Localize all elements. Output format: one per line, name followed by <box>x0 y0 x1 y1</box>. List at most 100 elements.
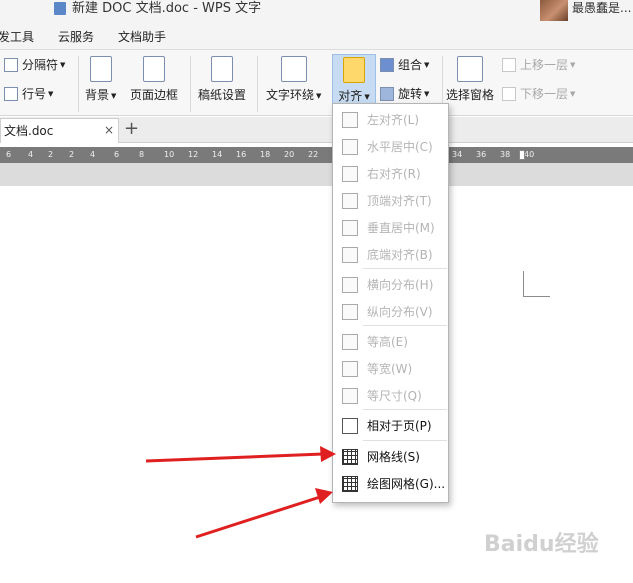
page-break-icon <box>4 58 18 72</box>
relative-to-page-icon <box>342 418 358 434</box>
menu-item-label: 水平居中(C) <box>367 140 433 154</box>
ruler-label: 14 <box>212 150 223 159</box>
distribute-horizontal-icon <box>342 277 358 293</box>
window-title: 新建 DOC 文档.doc - WPS 文字 <box>72 1 262 16</box>
background-button[interactable]: 背景 ▼ <box>85 56 116 103</box>
rotate-icon <box>380 87 394 101</box>
ribbon-divider <box>257 56 258 112</box>
indent-marker-icon[interactable] <box>519 150 525 160</box>
selection-pane-label: 选择窗格 <box>446 88 495 102</box>
menu-item-gridlines[interactable]: 网格线(S) <box>333 444 450 470</box>
page-break-button[interactable]: 分隔符 ▼ <box>4 58 65 72</box>
menu-item-same-width: 等宽(W) <box>333 356 450 382</box>
align-left-icon <box>342 112 358 128</box>
user-name[interactable]: 最愚蠢是... <box>572 0 631 17</box>
margin-corner-mark <box>523 271 550 297</box>
line-number-button[interactable]: 行号 ▼ <box>4 87 53 101</box>
menu-item-distribute-horizontal: 横向分布(H) <box>333 272 450 298</box>
menu-item-relative-to-page[interactable]: 相对于页(P) <box>333 413 450 439</box>
menu-cloud-service[interactable]: 云服务 <box>58 29 94 45</box>
menu-item-label: 绘图网格(G)... <box>367 477 446 491</box>
menu-dev-tools[interactable]: 发工具 <box>0 29 34 45</box>
page-break-label: 分隔符 <box>22 58 59 72</box>
watermark: Baidu经验 <box>484 532 599 557</box>
background-icon <box>89 56 112 82</box>
menu-separator <box>363 409 447 410</box>
ruler-label: 4 <box>28 150 34 159</box>
align-right-icon <box>342 166 358 182</box>
ruler-label: 4 <box>90 150 96 159</box>
menu-item-label: 等宽(W) <box>367 362 413 376</box>
bring-forward-label: 上移一层 <box>520 58 569 72</box>
menu-item-label: 垂直居中(M) <box>367 221 435 235</box>
menu-separator <box>363 325 447 326</box>
send-backward-icon <box>502 87 516 101</box>
rotate-button[interactable]: 旋转 ▼ <box>380 87 429 101</box>
menu-bar: 发工具 云服务 文档助手 <box>0 24 633 50</box>
align-bottom-icon <box>342 247 358 263</box>
close-icon[interactable]: × <box>104 123 114 137</box>
same-width-icon <box>342 361 358 377</box>
manuscript-icon <box>211 56 233 82</box>
menu-item-align-top: 顶端对齐(T) <box>333 188 450 214</box>
group-label: 组合 <box>398 58 423 72</box>
menu-separator <box>363 440 447 441</box>
menu-item-align-bottom: 底端对齐(B) <box>333 242 450 268</box>
tab-document-label: 文档.doc <box>4 124 54 138</box>
gridlines-icon <box>342 449 358 465</box>
document-page[interactable] <box>0 186 633 583</box>
menu-item-label: 网格线(S) <box>367 450 420 464</box>
line-number-icon <box>4 87 18 101</box>
group-button[interactable]: 组合 ▼ <box>380 58 429 72</box>
manuscript-settings-button[interactable]: 稿纸设置 <box>198 56 246 102</box>
menu-item-drawing-grid[interactable]: 绘图网格(G)... <box>333 471 450 497</box>
menu-item-align-center: 水平居中(C) <box>333 134 450 160</box>
ruler-label: 18 <box>260 150 271 159</box>
manuscript-label: 稿纸设置 <box>198 88 247 102</box>
align-icon <box>343 57 365 83</box>
ruler-label: 6 <box>6 150 12 159</box>
distribute-vertical-icon <box>342 304 358 320</box>
ruler-label: 22 <box>308 150 319 159</box>
group-icon <box>380 58 394 72</box>
ruler-label: 10 <box>164 150 175 159</box>
ribbon: 分隔符 ▼ 行号 ▼ 背景 ▼ 页面边框 稿纸设置 文字环绕 ▼ 对齐 ▼ 组合 ▼ 旋转 ▼… <box>0 50 633 116</box>
title-bar: 新建 DOC 文档.doc - WPS 文字 最愚蠢是... <box>0 0 633 24</box>
tab-bar: 文档.doc × + <box>0 117 633 143</box>
ruler-label: 20 <box>284 150 295 159</box>
ribbon-divider <box>190 56 191 112</box>
menu-item-label: 左对齐(L) <box>367 113 420 127</box>
ruler-label: 12 <box>188 150 199 159</box>
ruler-label: 6 <box>114 150 120 159</box>
user-avatar[interactable] <box>540 0 568 21</box>
add-tab-icon[interactable]: + <box>124 119 139 139</box>
menu-item-label: 右对齐(R) <box>367 167 421 181</box>
horizontal-ruler[interactable]: 642246810121416182022242628303234363840 <box>0 147 633 163</box>
align-middle-icon <box>342 220 358 236</box>
ruler-label: 40 <box>524 150 535 159</box>
ruler-label: 2 <box>48 150 54 159</box>
ruler-label: 38 <box>500 150 511 159</box>
send-backward-button[interactable]: 下移一层 ▼ <box>502 87 575 101</box>
menu-item-align-middle: 垂直居中(M) <box>333 215 450 241</box>
menu-item-label: 等尺寸(Q) <box>367 389 422 403</box>
menu-item-same-size: 等尺寸(Q) <box>333 383 450 409</box>
menu-doc-assistant[interactable]: 文档助手 <box>118 29 166 45</box>
menu-item-label: 横向分布(H) <box>367 278 434 292</box>
menu-item-label: 等高(E) <box>367 335 408 349</box>
page-border-button[interactable]: 页面边框 <box>130 56 178 102</box>
menu-item-label: 底端对齐(B) <box>367 248 433 262</box>
selection-pane-button[interactable]: 选择窗格 <box>446 56 494 102</box>
align-top-icon <box>342 193 358 209</box>
text-wrap-button[interactable]: 文字环绕 ▼ <box>266 56 321 103</box>
page-border-icon <box>143 56 165 82</box>
menu-item-label: 顶端对齐(T) <box>367 194 432 208</box>
bring-forward-button[interactable]: 上移一层 ▼ <box>502 58 575 72</box>
tab-document[interactable]: 文档.doc × <box>0 118 119 143</box>
align-button[interactable]: 对齐 ▼ <box>332 54 376 110</box>
menu-item-distribute-vertical: 纵向分布(V) <box>333 299 450 325</box>
menu-item-same-height: 等高(E) <box>333 329 450 355</box>
text-wrap-label: 文字环绕 <box>266 88 315 102</box>
align-label: 对齐 <box>338 89 363 103</box>
send-backward-label: 下移一层 <box>520 87 569 101</box>
